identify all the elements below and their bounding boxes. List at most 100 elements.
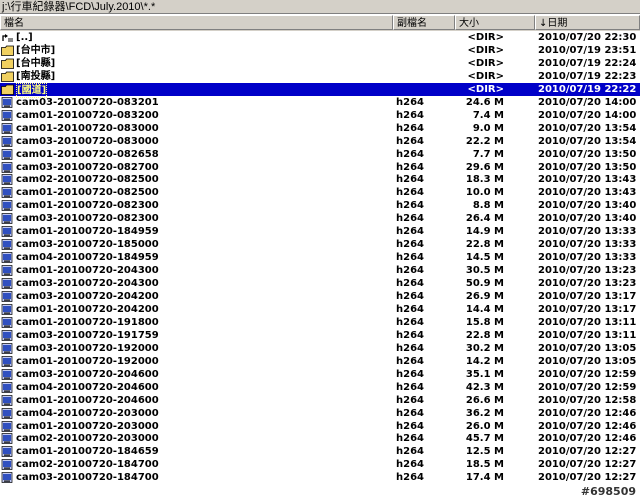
cell-name: cam01-20100720-083200 [16,109,159,121]
cell-name: cam03-20100720-204300 [16,278,159,290]
file-row[interactable]: cam03-20100720-083000 h264 22.2 M 2010/07/2… [0,135,640,148]
file-icon [1,342,13,354]
file-row[interactable]: cam01-20100720-184659 h264 12.5 M 2010/07/2… [0,445,640,458]
cell-size: 30.5 M [465,265,504,277]
folder-row[interactable]: [南投縣] <DIR> 2010/07/19 22:23 [0,70,640,83]
cell-name: cam01-20100720-082658 [16,148,159,160]
file-icon [1,472,13,484]
file-row[interactable]: cam03-20100720-192000 h264 30.2 M 2010/07/2… [0,342,640,355]
cell-date: 2010/07/20 13:54 [538,135,637,147]
file-row[interactable]: cam02-20100720-203000 h264 45.7 M 2010/07/2… [0,432,640,445]
folder-row[interactable]: [..] <DIR> 2010/07/20 22:30 [0,31,640,44]
file-row[interactable]: cam01-20100720-204300 h264 30.5 M 2010/07/2… [0,264,640,277]
cell-ext: h264 [396,265,424,277]
file-row[interactable]: cam01-20100720-083200 h264 7.4 M 2010/07/20… [0,109,640,122]
path-bar[interactable]: j:\行車紀錄器\FCD\July.2010\*.* [0,0,640,14]
cell-date: 2010/07/20 12:59 [538,368,637,380]
cell-date: 2010/07/20 12:58 [538,394,637,406]
cell-date: 2010/07/20 13:17 [538,291,637,302]
file-row[interactable]: cam01-20100720-192000 h264 14.2 M 2010/07/2… [0,355,640,368]
cell-date: 2010/07/20 13:11 [538,329,637,341]
file-row[interactable]: cam04-20100720-204600 h264 42.3 M 2010/07/2… [0,381,640,394]
cell-name: cam03-20100720-204600 [16,368,159,380]
cell-name: cam04-20100720-204600 [16,381,159,393]
column-ext[interactable]: 副檔名 [393,15,455,30]
cell-size: 22.8 M [465,329,504,341]
file-row[interactable]: cam04-20100720-203000 h264 36.2 M 2010/07/2… [0,407,640,420]
cell-size: 30.2 M [465,342,504,354]
column-name[interactable]: 檔名 [0,15,393,30]
cell-name: cam03-20100720-083201 [16,96,159,108]
file-row[interactable]: cam01-20100720-083000 h264 9.0 M 2010/07/20… [0,122,640,135]
file-row[interactable]: cam03-20100720-204200 h264 26.9 M 2010/07/2… [0,290,640,303]
cell-ext: h264 [396,96,424,108]
cell-date: 2010/07/20 12:59 [538,381,637,393]
file-row[interactable]: cam02-20100720-082500 h264 18.3 M 2010/07/2… [0,173,640,186]
cell-ext: h264 [396,174,424,186]
cell-size: 14.4 M [465,303,504,315]
cell-size: 14.5 M [465,252,504,264]
cell-size: 18.3 M [465,174,504,186]
cell-date: 2010/07/20 13:17 [538,303,637,315]
file-row[interactable]: cam03-20100720-083201 h264 24.6 M 2010/07/2… [0,96,640,109]
file-row[interactable]: cam01-20100720-204600 h264 26.6 M 2010/07/2… [0,394,640,407]
cell-ext: h264 [396,187,424,199]
cell-ext: h264 [396,316,424,328]
file-row[interactable]: cam03-20100720-184700 h264 17.4 M 2010/07/2… [0,471,640,484]
file-row[interactable]: cam03-20100720-082300 h264 26.4 M 2010/07/2… [0,212,640,225]
cell-name: cam01-20100720-082300 [16,200,159,212]
cell-date: 2010/07/20 13:50 [538,161,637,173]
file-row[interactable]: cam01-20100720-204200 h264 14.4 M 2010/07/2… [0,303,640,316]
folder-row[interactable]: [國道] <DIR> 2010/07/19 22:22 [0,82,640,98]
file-row[interactable]: cam03-20100720-204300 h264 50.9 M 2010/07/2… [0,277,640,290]
file-row[interactable]: cam02-20100720-184700 h264 18.5 M 2010/07/2… [0,458,640,471]
file-row[interactable]: cam01-20100720-191800 h264 15.8 M 2010/07/2… [0,316,640,329]
cell-ext: h264 [396,213,424,225]
cell-size: 14.2 M [465,355,504,367]
file-list[interactable]: [..] <DIR> 2010/07/20 22:30 [台中市] <DIR> 2010/… [0,31,640,501]
file-row[interactable]: cam01-20100720-082300 h264 8.8 M 2010/07/20… [0,199,640,212]
file-icon [1,122,13,134]
cell-name: cam03-20100720-185000 [16,239,159,251]
column-date[interactable]: ↓日期 [535,15,640,30]
watermark: #698509 [580,485,636,498]
cell-date: 2010/07/20 14:00 [538,96,637,108]
cell-ext: h264 [396,161,424,173]
file-row[interactable]: cam01-20100720-184959 h264 14.9 M 2010/07/2… [0,225,640,238]
file-row[interactable]: cam03-20100720-082700 h264 29.6 M 2010/07/2… [0,161,640,174]
folder-row[interactable]: [台中縣] <DIR> 2010/07/19 22:24 [0,57,640,70]
file-icon [1,135,13,147]
file-row[interactable]: cam03-20100720-185000 h264 22.8 M 2010/07/2… [0,238,640,251]
up-folder-icon [2,34,13,42]
file-row[interactable]: cam01-20100720-082658 h264 7.7 M 2010/07/20… [0,148,640,161]
cell-size: 10.0 M [465,187,504,199]
file-icon [1,161,13,173]
cell-size: 35.1 M [465,368,504,380]
cell-name: cam01-20100720-083000 [16,122,159,134]
cell-size: <DIR> [467,83,504,95]
cell-ext: h264 [396,239,424,251]
file-row[interactable]: cam03-20100720-204600 h264 35.1 M 2010/07/2… [0,368,640,381]
cell-size: <DIR> [467,44,504,56]
cell-date: 2010/07/20 13:23 [538,265,637,277]
cell-name: cam02-20100720-184700 [16,459,159,471]
file-row[interactable]: cam03-20100720-191759 h264 22.8 M 2010/07/2… [0,329,640,342]
folder-row[interactable]: [台中市] <DIR> 2010/07/19 23:51 [0,44,640,57]
cell-ext: h264 [396,407,424,419]
file-row[interactable]: cam01-20100720-082500 h264 10.0 M 2010/07/2… [0,186,640,199]
cell-size: 26.4 M [465,213,504,225]
file-icon [1,213,13,225]
file-icon [1,407,13,419]
folder-icon [1,71,14,82]
cell-ext: h264 [396,226,424,238]
cell-ext: h264 [396,135,424,147]
cell-date: 2010/07/20 13:05 [538,355,637,367]
cell-ext: h264 [396,329,424,341]
column-size[interactable]: 大小 [455,15,535,30]
cell-date: 2010/07/20 12:46 [538,433,637,445]
cell-date: 2010/07/20 13:40 [538,213,637,225]
file-row[interactable]: cam01-20100720-203000 h264 26.0 M 2010/07/2… [0,420,640,433]
file-row[interactable]: cam04-20100720-184959 h264 14.5 M 2010/07/2… [0,251,640,264]
file-icon [1,187,13,199]
cell-name: cam01-20100720-204600 [16,394,159,406]
